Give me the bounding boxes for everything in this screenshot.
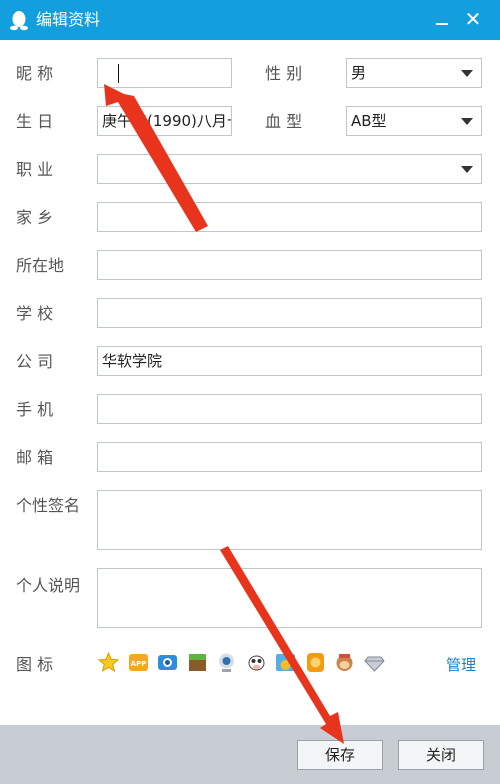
school-label: 学 校: [16, 304, 54, 323]
email-label: 邮 箱: [16, 448, 54, 467]
title-bar: 编辑资料 ✕: [0, 0, 500, 40]
chevron-down-icon: [461, 118, 473, 125]
manage-icons-link[interactable]: 管理: [446, 655, 476, 675]
occupation-select[interactable]: [97, 154, 482, 184]
app-icon[interactable]: APP: [128, 652, 149, 673]
blood-type-select[interactable]: AB型: [346, 106, 482, 136]
nickname-label: 昵 称: [16, 64, 54, 83]
birthday-input[interactable]: 庚午年(1990)八月十: [97, 106, 232, 136]
svg-text:APP: APP: [131, 660, 147, 668]
company-label: 公 司: [16, 352, 54, 371]
gender-label: 性 别: [265, 64, 303, 83]
minimize-button[interactable]: [432, 10, 452, 30]
phone-input[interactable]: [97, 394, 482, 424]
penguin-icon[interactable]: [275, 652, 296, 673]
cow-icon[interactable]: [246, 652, 267, 673]
qq-penguin-icon: [10, 11, 28, 31]
signature-textarea[interactable]: [97, 490, 482, 550]
occupation-label: 职 业: [16, 160, 54, 179]
chevron-down-icon: [461, 166, 473, 173]
description-label: 个人说明: [16, 576, 81, 595]
window-title: 编辑资料: [36, 10, 101, 29]
save-button[interactable]: 保存: [297, 740, 383, 770]
nickname-input[interactable]: [97, 58, 232, 88]
icons-label: 图 标: [16, 655, 54, 674]
monkey-icon[interactable]: [334, 652, 355, 673]
hometown-label: 家 乡: [16, 208, 54, 227]
location-input[interactable]: [97, 250, 482, 280]
signature-label: 个性签名: [16, 496, 81, 515]
birthday-label: 生 日: [16, 112, 54, 131]
diamond-icon[interactable]: [364, 652, 385, 673]
star-icon[interactable]: [98, 652, 119, 673]
chevron-down-icon: [461, 70, 473, 77]
company-input[interactable]: 华软学院: [97, 346, 482, 376]
webcam-icon[interactable]: [216, 652, 237, 673]
text-cursor: [118, 64, 119, 83]
blood-type-label: 血 型: [265, 112, 303, 131]
hometown-input[interactable]: [97, 202, 482, 232]
location-label: 所在地: [16, 256, 65, 275]
school-input[interactable]: [97, 298, 482, 328]
camera-icon[interactable]: [157, 652, 178, 673]
email-input[interactable]: [97, 442, 482, 472]
description-textarea[interactable]: [97, 568, 482, 628]
close-button[interactable]: 关闭: [398, 740, 484, 770]
gender-select[interactable]: 男: [346, 58, 482, 88]
block-icon[interactable]: [187, 652, 208, 673]
window-close-button[interactable]: ✕: [462, 8, 484, 30]
badge-icon[interactable]: [305, 652, 326, 673]
phone-label: 手 机: [16, 400, 54, 419]
